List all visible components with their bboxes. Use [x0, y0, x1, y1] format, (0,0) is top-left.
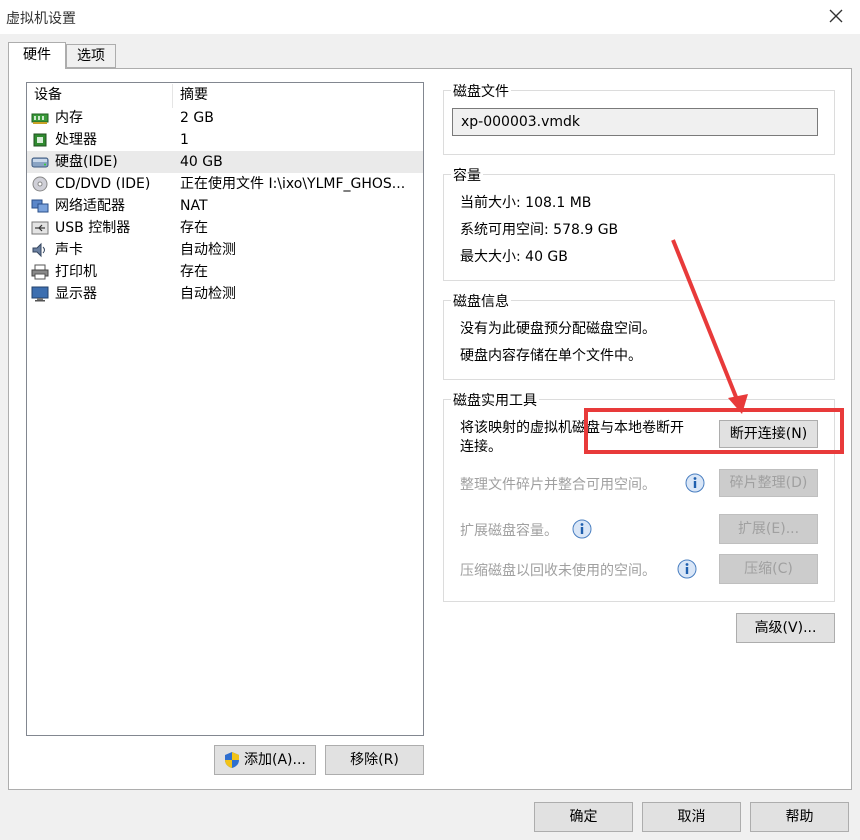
device-row-processor[interactable]: 处理器 1: [27, 129, 423, 151]
device-row-usb-controller[interactable]: USB 控制器 存在: [27, 217, 423, 239]
free-space: 系统可用空间: 578.9 GB: [460, 222, 619, 238]
network-adapter-icon: [31, 199, 49, 213]
info-icon: [677, 559, 697, 579]
close-button[interactable]: [824, 4, 848, 28]
add-device-button[interactable]: 添加(A)...: [214, 745, 316, 775]
device-name: 硬盘(IDE): [55, 154, 118, 170]
title-bar: 虚拟机设置: [0, 0, 860, 34]
device-row-hard-disk[interactable]: 硬盘(IDE) 40 GB: [27, 151, 423, 173]
device-row-display[interactable]: 显示器 自动检测: [27, 283, 423, 305]
device-name: 显示器: [55, 286, 97, 302]
disk-file-legend: 磁盘文件: [451, 81, 511, 101]
cd-dvd-icon: [32, 176, 48, 192]
device-name: 处理器: [55, 132, 97, 148]
remove-device-button[interactable]: 移除(R): [325, 745, 424, 775]
disk-file-field[interactable]: xp-000003.vmdk: [452, 108, 818, 136]
max-size: 最大大小: 40 GB: [460, 249, 568, 265]
processor-icon: [33, 133, 47, 147]
device-row-sound-card[interactable]: 声卡 自动检测: [27, 239, 423, 261]
defrag-description: 整理文件碎片并整合可用空间。: [460, 477, 656, 493]
usb-icon: [31, 221, 49, 235]
device-summary: 存在: [180, 220, 208, 236]
disk-utilities-legend: 磁盘实用工具: [451, 390, 539, 410]
device-summary: 正在使用文件 I:\ixo\YLMF_GHOS...: [180, 176, 406, 192]
device-name: CD/DVD (IDE): [55, 176, 151, 192]
expand-description: 扩展磁盘容量。: [460, 523, 558, 539]
memory-icon: [31, 113, 49, 124]
device-name: 打印机: [55, 264, 97, 280]
disconnect-description-cont: 连接。: [460, 439, 502, 455]
disk-info-single-file: 硬盘内容存储在单个文件中。: [460, 348, 642, 364]
cancel-button[interactable]: 取消: [642, 802, 741, 832]
info-icon: [572, 519, 592, 539]
compact-description: 压缩磁盘以回收未使用的空间。: [460, 563, 656, 579]
disconnect-button[interactable]: 断开连接(N): [719, 420, 818, 448]
window-title: 虚拟机设置: [6, 11, 76, 27]
disk-info-legend: 磁盘信息: [451, 291, 511, 311]
device-summary: 2 GB: [180, 110, 214, 126]
device-summary: 自动检测: [180, 242, 236, 258]
tab-hardware[interactable]: 硬件: [8, 42, 66, 69]
device-row-cd-dvd[interactable]: CD/DVD (IDE) 正在使用文件 I:\ixo\YLMF_GHOS...: [27, 173, 423, 195]
hard-disk-icon: [31, 157, 49, 168]
device-summary: 自动检测: [180, 286, 236, 302]
compact-button[interactable]: 压缩(C): [719, 554, 818, 584]
device-row-network-adapter[interactable]: 网络适配器 NAT: [27, 195, 423, 217]
help-button[interactable]: 帮助: [750, 802, 849, 832]
device-name: 声卡: [55, 242, 83, 258]
capacity-legend: 容量: [451, 165, 483, 185]
column-divider[interactable]: [172, 84, 173, 108]
device-summary: 存在: [180, 264, 208, 280]
ok-button[interactable]: 确定: [534, 802, 633, 832]
defrag-button[interactable]: 碎片整理(D): [719, 469, 818, 497]
expand-button[interactable]: 扩展(E)...: [719, 514, 818, 544]
disk-info-group: [443, 300, 835, 380]
shield-icon: [225, 752, 239, 768]
device-row-memory[interactable]: 内存 2 GB: [27, 107, 423, 129]
device-row-printer[interactable]: 打印机 存在: [27, 261, 423, 283]
device-list-header: 设备 摘要: [27, 84, 423, 108]
sound-icon: [32, 242, 45, 258]
current-size: 当前大小: 108.1 MB: [460, 195, 592, 211]
column-header-summary[interactable]: 摘要: [180, 84, 208, 106]
device-name: 内存: [55, 110, 83, 126]
display-icon: [31, 286, 49, 302]
info-icon: [685, 473, 705, 493]
device-name: USB 控制器: [55, 220, 131, 236]
column-header-device[interactable]: 设备: [34, 84, 62, 106]
device-name: 网络适配器: [55, 198, 125, 214]
add-device-label: 添加(A)...: [244, 752, 306, 768]
printer-icon: [31, 264, 49, 280]
device-summary: 40 GB: [180, 154, 223, 170]
advanced-button[interactable]: 高级(V)...: [736, 613, 835, 643]
disk-info-preallocation: 没有为此硬盘预分配磁盘空间。: [460, 321, 656, 337]
device-summary: 1: [180, 132, 189, 148]
tab-options[interactable]: 选项: [66, 44, 116, 68]
disconnect-description: 将该映射的虚拟机磁盘与本地卷断开: [460, 420, 684, 436]
close-icon: [829, 9, 843, 23]
device-summary: NAT: [180, 198, 208, 214]
device-list[interactable]: 设备 摘要 内存 2 GB 处理器 1 硬盘(IDE) 40 GB CD/DVD…: [26, 82, 424, 736]
